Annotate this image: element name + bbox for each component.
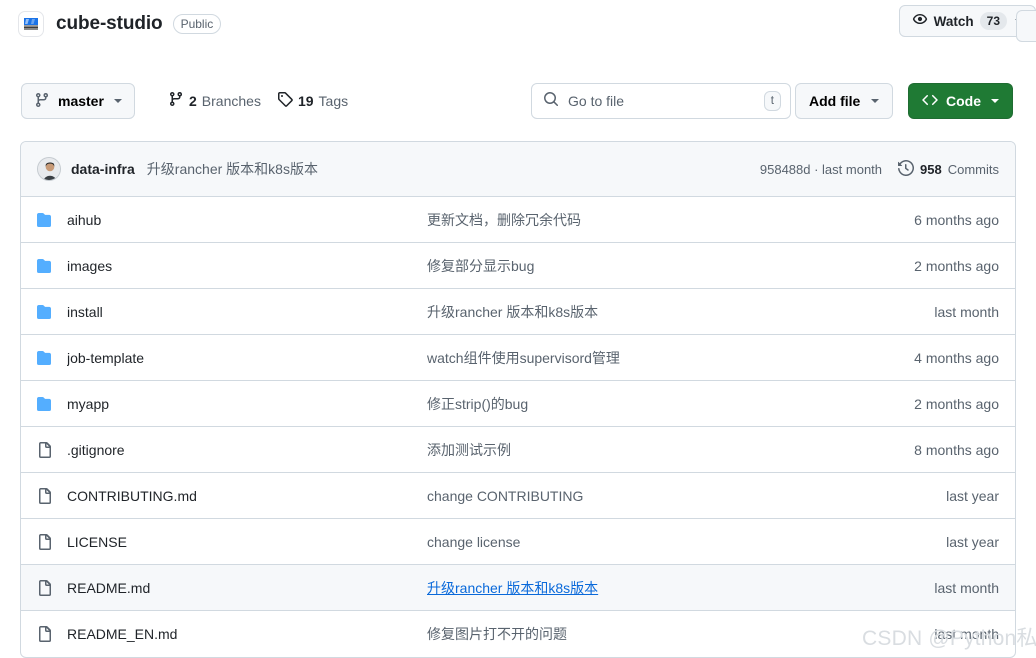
search-placeholder: Go to file — [568, 93, 625, 109]
tags-count: 19 — [297, 92, 314, 109]
code-brackets-icon — [922, 92, 938, 111]
repo-header: cube-studio Public Watch 73 — [0, 0, 1036, 48]
folder-icon — [37, 304, 53, 320]
table-row[interactable]: install 升级rancher 版本和k8s版本 last month — [21, 289, 1015, 335]
fork-button-truncated[interactable] — [1016, 10, 1036, 42]
branch-tag-meta: 2 Branches 19 Tags — [168, 91, 348, 110]
file-commit-message[interactable]: 修正strip()的bug — [427, 394, 914, 414]
file-commit-time: last year — [946, 487, 999, 504]
file-name[interactable]: job-template — [67, 350, 427, 366]
latest-commit-bar: data-infra 升级rancher 版本和k8s版本 958488d · … — [21, 142, 1015, 197]
chevron-down-icon — [871, 99, 880, 103]
file-name[interactable]: images — [67, 258, 427, 274]
folder-icon — [37, 258, 53, 274]
file-commit-message[interactable]: 升级rancher 版本和k8s版本 — [427, 302, 934, 322]
file-table: data-infra 升级rancher 版本和k8s版本 958488d · … — [20, 141, 1016, 658]
file-commit-time: last month — [934, 303, 999, 320]
search-shortcut-key: t — [763, 91, 781, 111]
file-commit-message[interactable]: 更新文档，删除冗余代码 — [427, 210, 914, 230]
search-icon — [543, 91, 559, 112]
branch-selector[interactable]: master — [21, 83, 135, 119]
watch-label: Watch — [933, 13, 974, 29]
file-icon — [37, 441, 53, 458]
folder-icon — [37, 396, 53, 412]
chevron-down-icon — [991, 99, 999, 103]
table-row[interactable]: .gitignore 添加测试示例 8 months ago — [21, 427, 1015, 473]
file-name[interactable]: README_EN.md — [67, 626, 427, 642]
table-row[interactable]: LICENSE change license last year — [21, 519, 1015, 565]
file-commit-time: 2 months ago — [914, 257, 999, 274]
code-button[interactable]: Code — [908, 83, 1013, 119]
file-commit-message[interactable]: 修复图片打不开的问题 — [427, 624, 934, 644]
git-branch-icon — [168, 91, 184, 110]
add-file-label: Add file — [809, 93, 861, 109]
table-row[interactable]: images 修复部分显示bug 2 months ago — [21, 243, 1015, 289]
file-commit-message[interactable]: change CONTRIBUTING — [427, 488, 946, 504]
folder-icon — [37, 350, 53, 366]
tags-link[interactable]: 19 Tags — [277, 91, 348, 110]
commits-count-link[interactable]: 958 Commits — [898, 159, 999, 179]
file-commit-time: last month — [934, 579, 999, 596]
file-commit-message[interactable]: 升级rancher 版本和k8s版本 — [427, 578, 934, 598]
branches-label: Branches — [201, 92, 261, 109]
file-commit-time: last year — [946, 533, 999, 550]
table-row[interactable]: aihub 更新文档，删除冗余代码 6 months ago — [21, 197, 1015, 243]
commit-message[interactable]: 升级rancher 版本和k8s版本 — [147, 159, 318, 179]
tag-icon — [277, 91, 293, 110]
file-icon — [37, 626, 53, 642]
table-row[interactable]: README.md 升级rancher 版本和k8s版本 last month — [21, 565, 1015, 611]
status-badge: Public — [172, 14, 222, 34]
branch-name: master — [58, 93, 104, 109]
folder-icon — [37, 212, 53, 228]
branches-count: 2 — [189, 92, 197, 109]
file-name[interactable]: CONTRIBUTING.md — [67, 488, 427, 504]
file-commit-time: 6 months ago — [914, 211, 999, 228]
file-commit-message[interactable]: 修复部分显示bug — [427, 256, 914, 276]
file-icon — [37, 579, 53, 596]
file-name[interactable]: README.md — [67, 580, 427, 596]
file-commit-message[interactable]: 添加测试示例 — [427, 440, 914, 460]
commits-label: Commits — [947, 161, 999, 177]
table-row[interactable]: job-template watch组件使用supervisord管理 4 mont… — [21, 335, 1015, 381]
branches-link[interactable]: 2 Branches — [168, 91, 261, 110]
tags-label: Tags — [318, 92, 349, 109]
avatar — [37, 157, 61, 181]
chevron-down-icon — [113, 99, 122, 103]
file-icon — [37, 487, 53, 504]
page-title[interactable]: cube-studio — [56, 13, 163, 35]
search-input[interactable]: Go to file t — [531, 83, 791, 119]
file-commit-time: last month — [934, 626, 999, 642]
file-commit-time: 2 months ago — [914, 395, 999, 412]
file-name[interactable]: .gitignore — [67, 442, 427, 458]
eye-icon — [912, 12, 928, 31]
commits-count-value: 958 — [920, 161, 942, 177]
add-file-button[interactable]: Add file — [795, 83, 894, 119]
commit-meta: 958488d · last month 958 Commits — [760, 159, 999, 179]
git-branch-icon — [34, 92, 50, 111]
history-clock-icon — [898, 159, 915, 179]
file-icon — [37, 533, 53, 550]
commit-author[interactable]: data-infra — [71, 161, 135, 177]
table-row[interactable]: myapp 修正strip()的bug 2 months ago — [21, 381, 1015, 427]
commit-hash-and-date[interactable]: 958488d · last month — [760, 162, 882, 177]
watch-count: 73 — [979, 12, 1007, 30]
table-row[interactable]: README_EN.md 修复图片打不开的问题 last month — [21, 611, 1015, 657]
file-name[interactable]: install — [67, 304, 427, 320]
file-commit-time: 8 months ago — [914, 441, 999, 458]
file-name[interactable]: myapp — [67, 396, 427, 412]
file-commit-message[interactable]: watch组件使用supervisord管理 — [427, 348, 914, 368]
file-commit-time: 4 months ago — [914, 349, 999, 366]
header-actions: Watch 73 — [898, 5, 1036, 42]
table-row[interactable]: CONTRIBUTING.md change CONTRIBUTING last y… — [21, 473, 1015, 519]
file-name[interactable]: LICENSE — [67, 534, 427, 550]
file-rows: aihub 更新文档，删除冗余代码 6 months ago images 修复部分显示… — [21, 197, 1015, 657]
file-name[interactable]: aihub — [67, 212, 427, 228]
file-commit-message[interactable]: change license — [427, 534, 946, 550]
code-label: Code — [946, 93, 981, 109]
repo-toolbar: master 2 Branches 19 Tags Go to file t A… — [0, 83, 1036, 121]
repo-logo-icon — [18, 11, 44, 37]
